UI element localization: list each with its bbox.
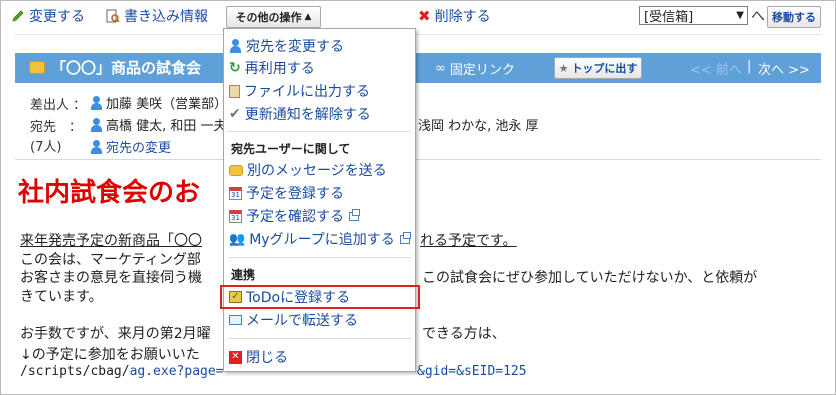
folder-select[interactable]: [受信箱] ▼ — [639, 6, 748, 25]
menu-reuse[interactable]: ↻ 再利用する — [229, 58, 315, 78]
schedule-url-link[interactable]: ag.exe?page= — [130, 364, 224, 379]
document-search-icon — [106, 9, 120, 23]
body-line-6: ↓の予定に参加をお願いいた — [20, 347, 200, 363]
move-arrow-icon: へ — [751, 9, 765, 25]
folder-select-value: [受信箱] — [644, 10, 694, 25]
users-icon — [90, 117, 103, 132]
chain-icon: ∞ — [435, 61, 446, 76]
menu-check-schedule[interactable]: 31 予定を確認する — [229, 206, 360, 226]
body-line-1b: れる予定です。 — [420, 233, 517, 249]
menu-cancel-notify[interactable]: ✔ 更新通知を解除する — [229, 104, 371, 124]
sender-label: 差出人 ： — [30, 98, 87, 113]
sender-name: 加藤 美咲（営業部） — [106, 97, 228, 112]
group-icon: 👥 — [229, 231, 246, 247]
body-line-2: この会は、マーケティング部 — [20, 252, 201, 268]
recycle-icon: ↻ — [229, 60, 241, 76]
toolbar-divider — [15, 34, 821, 35]
recipients-left-text: 高橋 健太, 和田 一夫 — [106, 119, 227, 134]
schedule-url-tail[interactable]: &gid=&sEID=125 — [417, 364, 527, 379]
pencil-icon — [11, 9, 25, 23]
write-info-label: 書き込み情報 — [124, 9, 208, 25]
other-operations-label: その他の操作 — [235, 11, 302, 24]
body-line-1a: 来年発売予定の新商品「〇〇 — [20, 233, 202, 249]
permalink-link[interactable]: ∞ 固定リンク — [435, 59, 515, 78]
body-line-3b: この試食会にぜひ参加していただけないか、と依頼が — [422, 270, 758, 286]
menu-divider — [228, 338, 411, 339]
mail-icon — [229, 315, 242, 325]
menu-send-message[interactable]: 別のメッセージを送る — [229, 160, 387, 180]
body-line-4: きています。 — [20, 289, 103, 305]
body-line-5b: できる方は、 — [422, 326, 506, 342]
file-icon — [229, 84, 240, 98]
move-label: 移動する — [772, 11, 816, 24]
calendar-icon: 31 — [229, 209, 242, 223]
user-icon — [90, 95, 103, 110]
calendar-icon: 31 — [229, 186, 242, 200]
message-title: 「〇〇」商品の試食会 — [51, 59, 202, 77]
to-label: 宛先 ： — [30, 120, 83, 135]
recipient-count: (7人) — [30, 140, 62, 155]
pin-top-button[interactable]: ★ トップに出す — [554, 57, 642, 79]
menu-section-recipients: 宛先ユーザーに関して — [231, 142, 351, 156]
recipients-left: 高橋 健太, 和田 一夫 — [90, 115, 227, 134]
delete-label: 削除する — [434, 9, 491, 25]
message-title-bar: 「〇〇」商品の試食会 ∞ 固定リンク ★ トップに出す << 前へ | 次へ >… — [15, 53, 821, 83]
other-operations-menu: 宛先を変更する ↻ 再利用する ファイルに出力する ✔ 更新通知を解除する 宛先… — [223, 28, 416, 372]
change-button[interactable]: 変更する — [11, 6, 85, 26]
menu-divider — [228, 257, 411, 258]
body-line-3a: お客さまの意見を直接伺う機 — [20, 270, 202, 286]
check-icon: ✔ — [229, 106, 241, 122]
message-icon — [29, 61, 45, 74]
chevron-down-icon: ▼ — [736, 10, 744, 21]
pin-top-label: トップに出す — [571, 62, 638, 75]
header-divider — [15, 159, 821, 160]
delete-x-icon: ✖ — [418, 7, 431, 25]
permalink-label: 固定リンク — [449, 63, 515, 78]
todo-highlight-box — [220, 285, 420, 309]
nav-separator: | — [747, 59, 752, 74]
other-operations-button[interactable]: その他の操作 ▲ — [226, 6, 321, 28]
menu-add-schedule[interactable]: 31 予定を登録する — [229, 183, 344, 203]
new-window-icon — [399, 231, 411, 244]
menu-forward-mail[interactable]: メールで転送する — [229, 310, 358, 330]
recipients-right: 浅岡 わかな, 池永 厚 — [418, 119, 539, 134]
close-icon: ✕ — [229, 350, 242, 364]
menu-export-file[interactable]: ファイルに出力する — [229, 81, 370, 101]
move-button[interactable]: 移動する — [767, 6, 821, 28]
menu-section-link: 連携 — [231, 268, 256, 282]
menu-change-recipients[interactable]: 宛先を変更する — [229, 36, 344, 56]
star-icon: ★ — [558, 61, 569, 75]
menu-add-mygroup[interactable]: 👥 Myグループに追加する — [229, 229, 411, 249]
next-link[interactable]: 次へ >> — [758, 59, 810, 78]
message-icon — [229, 164, 243, 176]
toolbar: 変更する 書き込み情報 その他の操作 ▲ ✖ 削除する [受信箱] ▼ へ 移動… — [1, 1, 835, 30]
schedule-url: /scripts/cbag/ag.exe?page= — [20, 364, 224, 379]
body-heading: 社内試食会のお — [18, 178, 201, 208]
change-recipients-link[interactable]: 宛先の変更 — [90, 137, 171, 156]
new-window-icon — [349, 208, 360, 221]
write-info-button[interactable]: 書き込み情報 — [106, 6, 208, 26]
user-icon — [229, 39, 242, 53]
change-label: 変更する — [29, 9, 85, 25]
menu-divider — [228, 131, 411, 132]
prev-link[interactable]: << 前へ — [690, 59, 742, 78]
caret-up-icon: ▲ — [304, 12, 312, 22]
body-line-5a: お手数ですが、来月の第2月曜 — [20, 326, 211, 342]
sender[interactable]: 加藤 美咲（営業部） — [90, 93, 227, 112]
user-icon — [90, 139, 103, 154]
change-recipients-label: 宛先の変更 — [106, 141, 172, 156]
delete-button[interactable]: ✖ 削除する — [418, 6, 491, 26]
menu-close[interactable]: ✕ 閉じる — [229, 347, 288, 367]
